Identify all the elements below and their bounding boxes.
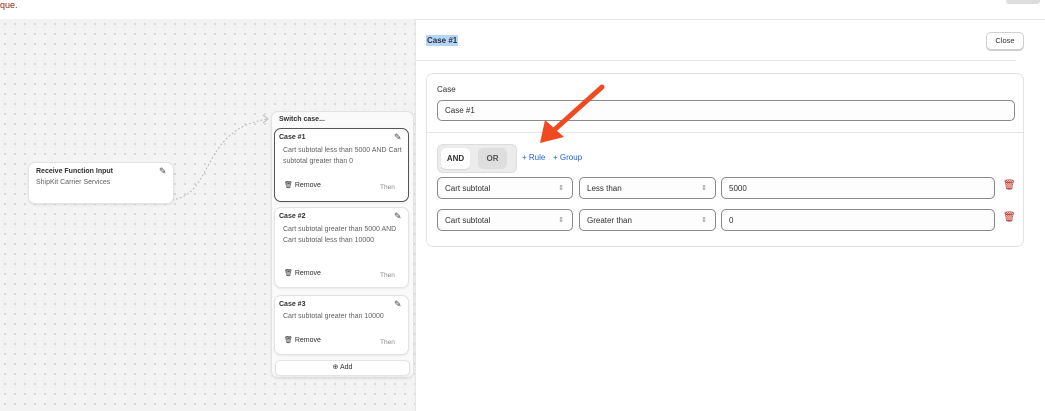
field-value: Cart subtotal: [445, 215, 491, 225]
case-description: Cart subtotal greater than 10000: [283, 313, 384, 320]
remove-button[interactable]: 🗑 Remove: [284, 181, 321, 189]
pencil-icon[interactable]: ✎: [394, 132, 402, 143]
case-editor-panel: Case #1 Close Case Case #1 AND OR + Rule…: [415, 19, 1045, 411]
trash-icon: 🗑: [284, 270, 293, 277]
case-title: Case #1: [279, 134, 306, 141]
case-title: Case #2: [279, 213, 306, 220]
then-handle[interactable]: Then: [380, 184, 395, 191]
chevron-updown-icon: ⇕: [701, 185, 707, 192]
then-handle[interactable]: Then: [380, 339, 395, 346]
rule-value: 5000: [729, 183, 747, 193]
case-card-2[interactable]: Case #2 ✎ Cart subtotal greater than 500…: [274, 207, 409, 288]
rule-2-field-select[interactable]: Cart subtotal ⇕: [437, 209, 573, 231]
rule-1-value-input[interactable]: 5000: [721, 177, 995, 199]
node-subtitle: ShipKit Carrier Services: [36, 179, 111, 186]
top-bar: que.: [0, 0, 1045, 19]
case-name-value: Case #1: [445, 106, 475, 115]
case-card-3[interactable]: Case #3 ✎ Cart subtotal greater than 100…: [274, 295, 409, 355]
operator-value: Greater than: [587, 215, 632, 225]
case-form-card: Case Case #1 AND OR + Rule + Group Cart …: [426, 73, 1024, 247]
pencil-icon[interactable]: ✎: [394, 211, 402, 222]
rule-2-value-input[interactable]: 0: [721, 209, 995, 231]
chevron-updown-icon: ⇕: [558, 185, 564, 192]
case-description: Cart subtotal less than 5000 AND Cart su…: [283, 147, 402, 165]
rule-1-operator-select[interactable]: Less than ⇕: [579, 177, 716, 199]
panel-title: Case #1: [426, 35, 459, 46]
switch-case-node[interactable]: Switch case... Case #1 ✎ Cart subtotal l…: [271, 111, 414, 378]
then-handle[interactable]: Then: [380, 272, 395, 279]
case-name-input[interactable]: Case #1: [437, 100, 1015, 121]
combinator-toggle: AND OR: [437, 144, 517, 173]
case-title: Case #3: [279, 301, 306, 308]
trash-icon[interactable]: 🗑: [1003, 180, 1016, 191]
pencil-icon[interactable]: ✎: [394, 299, 402, 310]
and-button[interactable]: AND: [441, 148, 470, 169]
remove-label: Remove: [294, 270, 321, 277]
receive-function-input-node[interactable]: Receive Function Input ShipKit Carrier S…: [28, 162, 174, 204]
node-title: Receive Function Input: [36, 168, 114, 175]
remove-label: Remove: [294, 182, 321, 189]
plus-circle-icon: ⊕: [332, 364, 339, 371]
flow-canvas[interactable]: Receive Function Input ShipKit Carrier S…: [0, 19, 415, 411]
close-button[interactable]: Close: [986, 32, 1024, 50]
add-label: Add: [339, 364, 353, 371]
add-group-button[interactable]: + Group: [553, 153, 582, 162]
chevron-updown-icon: ⇕: [558, 217, 564, 224]
rule-1-field-select[interactable]: Cart subtotal ⇕: [437, 177, 573, 199]
remove-button[interactable]: 🗑 Remove: [284, 269, 321, 277]
field-value: Cart subtotal: [445, 183, 491, 193]
remove-label: Remove: [294, 337, 321, 344]
divider: [416, 60, 1016, 61]
node-title: Switch case...: [279, 116, 325, 123]
divider: [427, 132, 1023, 133]
or-button[interactable]: OR: [478, 148, 507, 169]
remove-button[interactable]: 🗑 Remove: [284, 336, 321, 344]
rule-2-operator-select[interactable]: Greater than ⇕: [579, 209, 716, 231]
operator-value: Less than: [587, 183, 622, 193]
pencil-icon[interactable]: ✎: [159, 166, 167, 177]
annotation-arrow: [540, 84, 605, 143]
add-case-button[interactable]: ⊕ Add: [275, 360, 410, 376]
trash-icon: 🗑: [284, 182, 293, 189]
top-message: que.: [0, 0, 18, 10]
case-description: Cart subtotal greater than 5000 AND Cart…: [283, 226, 397, 244]
top-button[interactable]: [1006, 0, 1040, 4]
case-label: Case: [437, 85, 456, 94]
trash-icon[interactable]: 🗑: [1003, 212, 1016, 223]
case-card-1[interactable]: Case #1 ✎ Cart subtotal less than 5000 A…: [274, 128, 409, 202]
add-rule-button[interactable]: + Rule: [522, 153, 545, 162]
rule-value: 0: [729, 215, 734, 225]
trash-icon: 🗑: [284, 337, 293, 344]
chevron-updown-icon: ⇕: [701, 217, 707, 224]
